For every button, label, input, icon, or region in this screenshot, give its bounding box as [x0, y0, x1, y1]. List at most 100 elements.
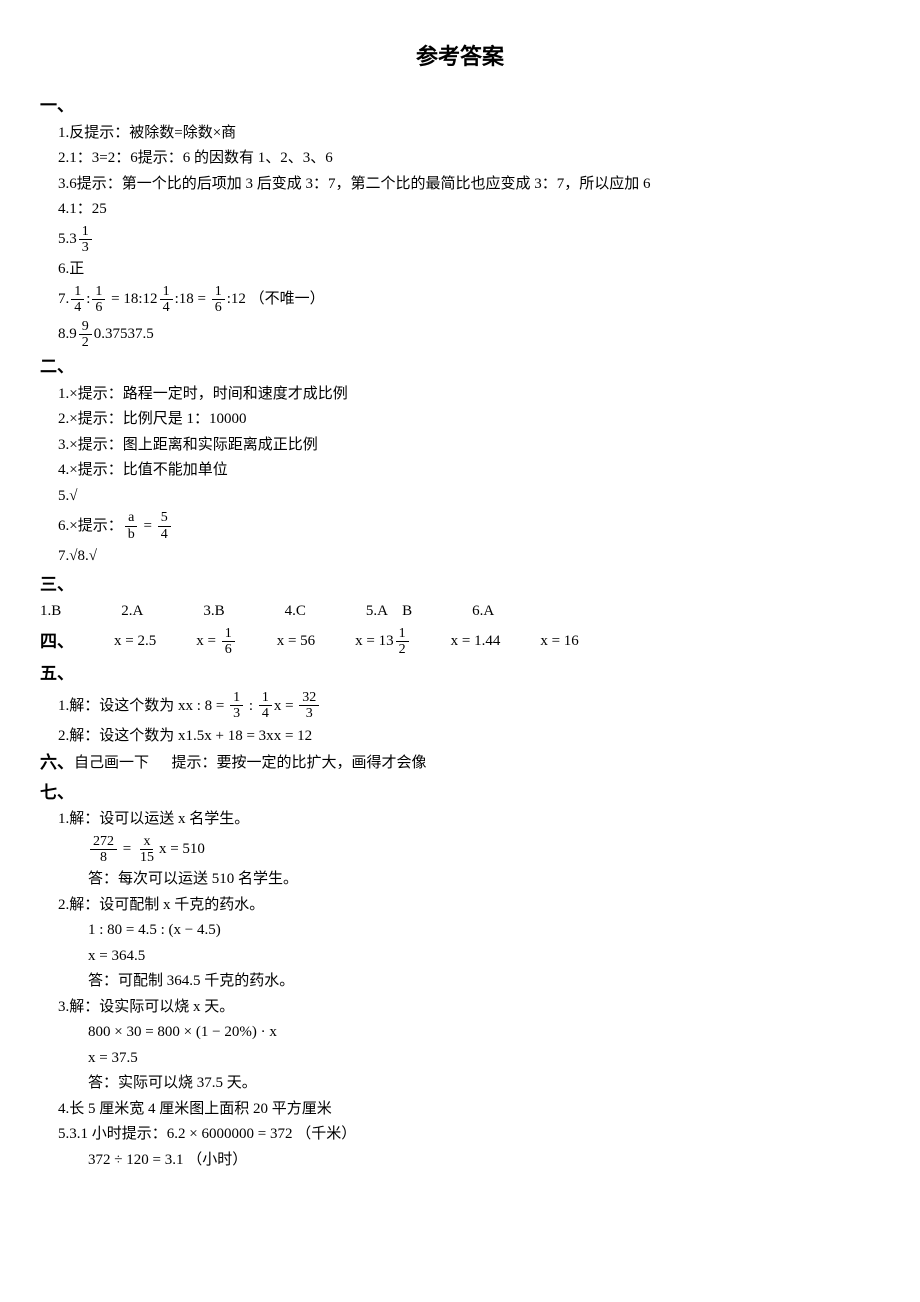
section-7-heading: 七、 — [40, 780, 880, 806]
page-title: 参考答案 — [40, 40, 880, 73]
answer: 图上面积 20 平方厘米 — [189, 1098, 332, 1121]
s3-item: 4. C — [285, 600, 306, 623]
num: 6. — [58, 515, 69, 538]
answer: 长 5 厘米 — [69, 1098, 129, 1121]
setup: 解：设可以运送 x 名学生。 — [69, 808, 249, 831]
s4-item: x = 13 12 — [355, 626, 410, 658]
s7-q2-set: 2. 解：设可配制 x 千克的药水。 — [58, 894, 880, 917]
eq: x : 8 = 13 : 14 — [186, 690, 274, 722]
answer-text: 答：可配制 364.5 千克的药水。 — [88, 970, 294, 993]
fraction: 1 3 — [79, 224, 92, 256]
s7-q3-eq1: 800 × 30 = 800 × (1 − 20%) · x — [88, 1021, 880, 1044]
num: 1. — [58, 122, 69, 145]
answer: 正 — [69, 258, 84, 281]
num: 7. — [58, 545, 69, 568]
num: 2. — [58, 894, 69, 917]
s1-item-7: 7. 14 : 16 = 18:12 14 :18 = 16 :12 （不唯一） — [58, 284, 880, 316]
num: 7. — [58, 288, 69, 311]
s3-row: 1. B 2. A 3. B 4. C 5. A B 6. A — [40, 600, 880, 623]
solution: x = 12 — [274, 725, 312, 748]
num: 4. — [58, 459, 69, 482]
section-4-heading: 四、 — [40, 629, 74, 655]
s2-item-1: 1. × 提示：路程一定时，时间和速度才成比例 — [58, 383, 880, 406]
s2-item-4: 4. × 提示：比值不能加单位 — [58, 459, 880, 482]
num: 5. — [58, 485, 69, 508]
answer: 宽 4 厘米 — [129, 1098, 189, 1121]
num: 8. — [77, 545, 88, 568]
fraction: 54 — [158, 510, 171, 542]
s3-item: 2. A — [121, 600, 143, 623]
fraction: 92 — [79, 319, 92, 351]
s7-q4: 4. 长 5 厘米 宽 4 厘米 图上面积 20 平方厘米 — [58, 1098, 880, 1121]
s1-item-5: 5. 3 1 3 — [58, 224, 880, 256]
answer: 1：3=2：6 — [69, 147, 137, 170]
section-6-row: 六、 自己画一下 提示：要按一定的比扩大，画得才会像 — [40, 750, 880, 776]
num: 5. — [58, 228, 69, 251]
num: 2. — [58, 725, 69, 748]
section-4-row: 四、 x = 2.5 x = 16 x = 56 x = 13 12 x = 1… — [40, 626, 880, 658]
s5-item-2: 2. 解：设这个数为 x 1.5x + 18 = 3x x = 12 — [58, 725, 880, 748]
num: 2. — [58, 147, 69, 170]
answer: 3.1 小时 — [69, 1123, 122, 1146]
num: 4. — [58, 1098, 69, 1121]
fraction: 13 — [230, 690, 243, 722]
solution: x = 510 — [159, 838, 205, 861]
eq: 6.2 × 6000000 = 372 （千米） — [167, 1123, 356, 1146]
s3-item: 6. A — [472, 600, 494, 623]
num: 2. — [58, 408, 69, 431]
hint: 提示：6 的因数有 1、2、3、6 — [138, 147, 333, 170]
s6-text: 自己画一下 提示：要按一定的比扩大，画得才会像 — [74, 752, 427, 775]
eq: 1.5x + 18 = 3x — [186, 725, 274, 748]
eq: 800 × 30 = 800 × (1 − 20%) · x — [88, 1021, 277, 1044]
fraction: 16 — [92, 284, 105, 316]
section-1-heading: 一、 — [40, 93, 880, 119]
s7-q2-ans: 答：可配制 364.5 千克的药水。 — [88, 970, 880, 993]
s7-q5-line1: 5. 3.1 小时 提示： 6.2 × 6000000 = 372 （千米） — [58, 1123, 880, 1146]
answer: × — [69, 459, 77, 482]
eq: x = 364.5 — [88, 945, 145, 968]
num: 4. — [58, 198, 69, 221]
s1-item-4: 4. 1：25 — [58, 198, 880, 221]
hint-prefix: 提示： — [78, 515, 123, 538]
setup: 解：设这个数为 x — [69, 725, 185, 748]
answer: 9 — [69, 323, 77, 346]
s4-item: x = 16 — [196, 626, 236, 658]
fraction: 16 — [222, 626, 235, 658]
answer: 37.5 — [128, 323, 154, 346]
s7-q1-eq: 2728 = x15 x = 510 — [88, 834, 880, 866]
s7-q2-eq2: x = 364.5 — [88, 945, 880, 968]
s7-q3-ans: 答：实际可以烧 37.5 天。 — [88, 1072, 880, 1095]
s1-item-1: 1. 反 提示：被除数=除数×商 — [58, 122, 880, 145]
s4-item: x = 1.44 — [451, 630, 501, 653]
eq: :12 （不唯一） — [227, 288, 325, 311]
s1-item-2: 2. 1：3=2：6 提示：6 的因数有 1、2、3、6 — [58, 147, 880, 170]
answer: 3 — [69, 228, 77, 251]
s4-item: x = 16 — [540, 630, 578, 653]
eq: 1 : 80 = 4.5 : (x − 4.5) — [88, 919, 221, 942]
s3-item: 5. A B — [366, 600, 412, 623]
answer: × — [69, 383, 77, 406]
answer: × — [69, 515, 77, 538]
hint: 提示：路程一定时，时间和速度才成比例 — [78, 383, 348, 406]
fraction: ab — [125, 510, 138, 542]
hint-prefix: 提示： — [122, 1123, 167, 1146]
answer: √ — [89, 545, 97, 568]
answer-text: 答：实际可以烧 37.5 天。 — [88, 1072, 257, 1095]
answer: 反 — [69, 122, 84, 145]
answer: √ — [69, 545, 77, 568]
answer: 1：25 — [69, 198, 107, 221]
s2-item-7-8: 7. √ 8. √ — [58, 545, 880, 568]
s2-item-5: 5. √ — [58, 485, 880, 508]
section-5-heading: 五、 — [40, 661, 880, 687]
s7-q1-set: 1. 解：设可以运送 x 名学生。 — [58, 808, 880, 831]
hint: 提示：比值不能加单位 — [78, 459, 228, 482]
s7-q5-line2: 372 ÷ 120 = 3.1 （小时） — [88, 1149, 880, 1172]
fraction: 323 — [299, 690, 319, 722]
s1-item-6: 6. 正 — [58, 258, 880, 281]
s1-item-3: 3. 6 提示：第一个比的后项加 3 后变成 3：7，第二个比的最简比也应变成 … — [58, 173, 880, 196]
s2-item-6: 6. × 提示： ab = 54 — [58, 510, 880, 542]
hint: 提示：被除数=除数×商 — [84, 122, 236, 145]
fraction: x15 — [137, 834, 157, 866]
num: 6. — [58, 258, 69, 281]
s4-item: x = 56 — [277, 630, 315, 653]
